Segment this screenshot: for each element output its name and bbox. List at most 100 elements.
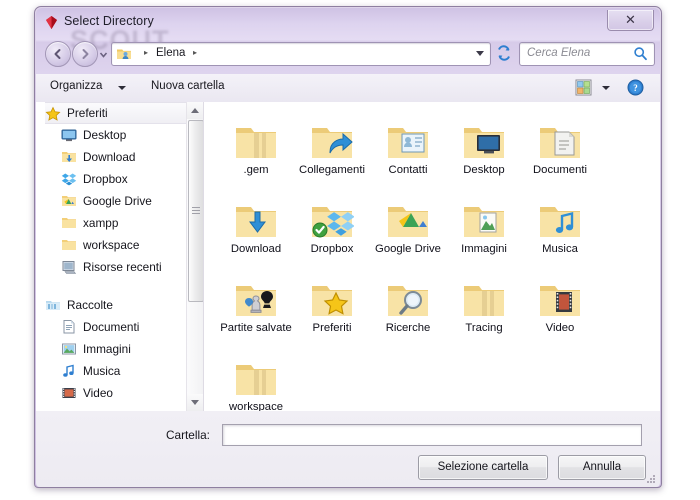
breadcrumb-item-elena[interactable]: Elena [156, 47, 185, 59]
sidebar-item-video[interactable]: Video [61, 382, 186, 404]
resize-grip-icon[interactable] [646, 474, 656, 484]
file-name: Google Drive [375, 243, 441, 255]
file-item[interactable]: Documenti [523, 110, 597, 177]
sidebar-group-label: Preferiti [67, 106, 108, 120]
file-item[interactable]: Tracing [447, 268, 521, 335]
address-dropdown-icon[interactable] [476, 51, 484, 56]
file-item[interactable]: Partite salvate [219, 268, 293, 335]
file-item[interactable]: Video [523, 268, 597, 335]
content-area: Preferiti Desktop Download Dropbox Googl… [36, 102, 660, 414]
file-name: Tracing [465, 322, 503, 334]
folder-icon [219, 110, 293, 162]
favorites-folder-icon [295, 268, 369, 320]
dropbox-folder-icon [295, 189, 369, 241]
folder-icon [219, 347, 293, 399]
download-folder-icon [219, 189, 293, 241]
libraries-icon [45, 297, 61, 313]
folder-icon [61, 237, 77, 253]
folder-input[interactable] [222, 424, 642, 446]
navigation-sidebar: Preferiti Desktop Download Dropbox Googl… [36, 102, 186, 411]
file-name: Preferiti [312, 322, 352, 334]
title-bar: Select Directory SCOUT ✕ [35, 7, 661, 55]
file-item[interactable]: Google Drive [371, 189, 445, 256]
search-icon[interactable] [633, 46, 648, 66]
scroll-up-button[interactable] [187, 102, 203, 119]
refresh-icon[interactable] [495, 44, 513, 62]
sidebar-item-label: Desktop [83, 128, 127, 142]
address-bar[interactable]: ▸ Elena ▸ [111, 42, 491, 66]
organize-caret-icon[interactable] [118, 86, 126, 90]
sidebar-item-xampp[interactable]: xampp [61, 212, 186, 234]
search-input[interactable]: Cerca Elena [519, 42, 655, 66]
file-name: .gem [243, 164, 269, 176]
google-drive-folder-icon [371, 189, 445, 241]
breadcrumb-separator-elena[interactable]: ▸ [193, 48, 197, 57]
help-icon[interactable]: ? [627, 79, 644, 96]
file-item[interactable]: Contatti [371, 110, 445, 177]
chevron-up-icon [191, 108, 199, 113]
sidebar-item-dropbox[interactable]: Dropbox [61, 168, 186, 190]
folder-field-label: Cartella: [166, 428, 210, 442]
sidebar-group-label: Raccolte [67, 298, 113, 312]
desktop-folder-icon [447, 110, 521, 162]
sidebar-item-desktop[interactable]: Desktop [61, 124, 186, 146]
documents-folder-icon [523, 110, 597, 162]
view-options-icon[interactable] [575, 79, 592, 96]
close-button[interactable]: ✕ [607, 10, 654, 31]
file-item[interactable]: Dropbox [295, 189, 369, 256]
select-folder-button[interactable]: Selezione cartella [418, 455, 548, 480]
sidebar-item-label: workspace [83, 238, 140, 252]
file-item[interactable]: Ricerche [371, 268, 445, 335]
file-item[interactable]: .gem [219, 110, 293, 177]
sidebar-item-workspace[interactable]: workspace [61, 234, 186, 256]
new-folder-button[interactable]: Nuova cartella [151, 80, 225, 92]
file-name: Documenti [533, 164, 587, 176]
file-item[interactable]: Immagini [447, 189, 521, 256]
scroll-down-button[interactable] [187, 394, 203, 411]
cancel-button[interactable]: Annulla [558, 455, 646, 480]
star-icon [45, 106, 61, 122]
file-list-pane[interactable]: .gem Collegamenti Contatti Desktop Docum… [204, 102, 660, 414]
sidebar-item-immagini[interactable]: Immagini [61, 338, 186, 360]
sidebar-item-google-drive[interactable]: Google Drive [61, 190, 186, 212]
organize-menu-button[interactable]: Organizza [50, 80, 102, 92]
forward-button[interactable] [72, 41, 98, 67]
sidebar-scrollbar[interactable] [186, 102, 204, 411]
sidebar-item-documenti[interactable]: Documenti [61, 316, 186, 338]
sidebar-item-musica[interactable]: Musica [61, 360, 186, 382]
file-item[interactable]: Collegamenti [295, 110, 369, 177]
sidebar-item-label: Video [83, 386, 113, 400]
sidebar-group-preferiti[interactable]: Preferiti [45, 102, 186, 124]
sidebar-item-label: Immagini [83, 342, 131, 356]
sidebar-item-label: Risorse recenti [83, 260, 162, 274]
file-item[interactable]: Musica [523, 189, 597, 256]
window-title: Select Directory [64, 14, 154, 28]
dropbox-icon [61, 171, 77, 187]
history-dropdown-icon[interactable] [99, 50, 108, 59]
view-caret-icon[interactable] [602, 86, 610, 90]
documents-icon [61, 319, 77, 335]
sidebar-item-download[interactable]: Download [61, 146, 186, 168]
sidebar-group-raccolte[interactable]: Raccolte [45, 294, 186, 316]
command-toolbar: Organizza Nuova cartella ? [36, 74, 660, 103]
file-item[interactable]: workspace [219, 347, 293, 414]
file-item[interactable]: Preferiti [295, 268, 369, 335]
scrollbar-thumb[interactable] [188, 120, 204, 302]
back-button[interactable] [45, 41, 71, 67]
music-folder-icon [523, 189, 597, 241]
file-item[interactable]: Desktop [447, 110, 521, 177]
video-icon [61, 385, 77, 401]
forward-arrow-icon [79, 48, 91, 60]
breadcrumb-separator-root[interactable]: ▸ [144, 48, 148, 57]
pictures-icon [61, 341, 77, 357]
file-name: Dropbox [310, 243, 354, 255]
file-name: Video [545, 322, 575, 334]
sidebar-item-label: Download [83, 150, 136, 164]
shortcut-folder-icon [295, 110, 369, 162]
file-name: Partite salvate [220, 322, 292, 334]
scrollbar-grip-icon [192, 207, 200, 215]
ruby-gem-icon [43, 14, 60, 31]
sidebar-item-risorse-recenti[interactable]: Risorse recenti [61, 256, 186, 278]
file-item[interactable]: Download [219, 189, 293, 256]
